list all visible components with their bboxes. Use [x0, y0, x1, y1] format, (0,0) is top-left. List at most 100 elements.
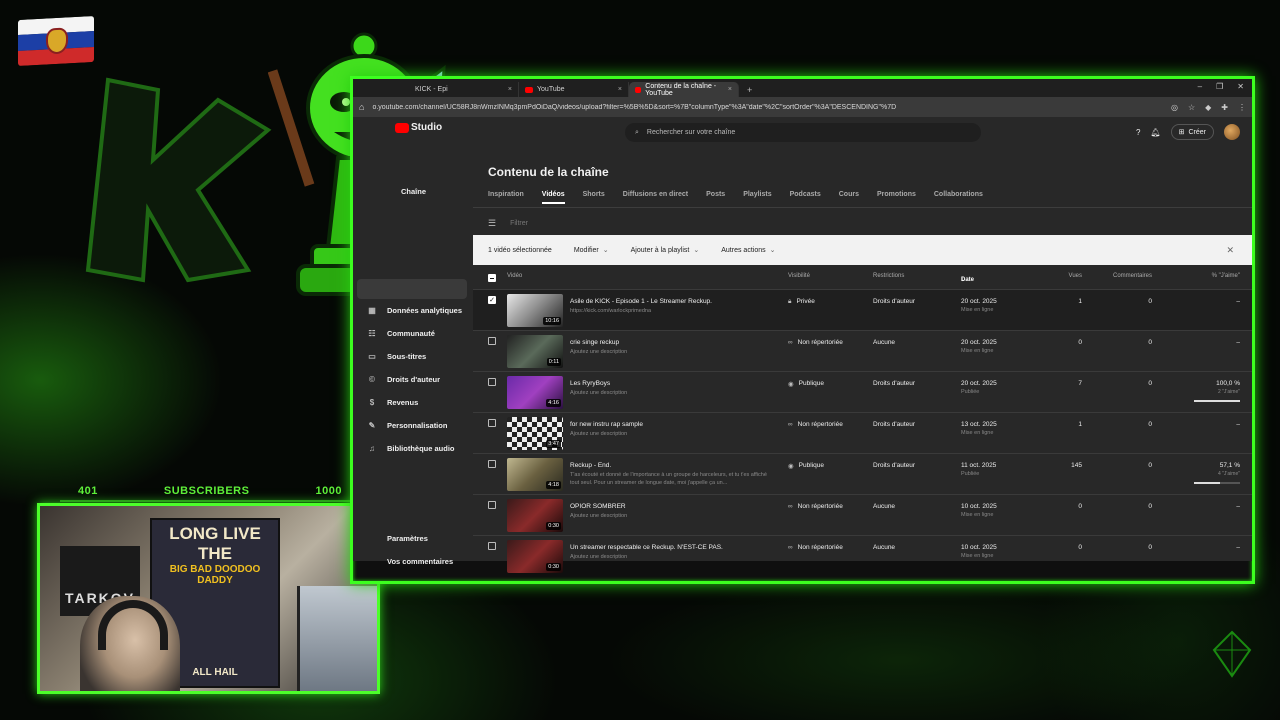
table-row[interactable]: 0:11 crie singe reckup Ajoutez une descrip… [473, 330, 1252, 371]
close-icon[interactable]: × [728, 86, 732, 93]
video-thumbnail[interactable]: 0:11 [507, 335, 563, 368]
visibility-cell[interactable]: ∞ Non répertoriée [788, 339, 843, 346]
row-checkbox[interactable] [488, 542, 496, 550]
visibility-cell[interactable]: 🔒︎ Privée [788, 298, 815, 306]
sidebar-channel-label: Chaîne [401, 187, 426, 196]
sidebar-item-settings[interactable]: Paramètres [367, 534, 428, 543]
video-thumbnail[interactable]: 4:16 [507, 376, 563, 409]
video-title[interactable]: crie singe reckup [570, 339, 770, 346]
likes-cell: – [1236, 339, 1240, 346]
bell-icon[interactable]: 🔔︎ [1150, 128, 1160, 137]
avatar[interactable] [1224, 124, 1240, 140]
col-comments[interactable]: Commentaires [1113, 273, 1152, 279]
row-checkbox[interactable] [488, 337, 496, 345]
row-checkbox[interactable]: ✓ [488, 296, 496, 304]
select-all-checkbox[interactable] [488, 274, 496, 282]
sidebar-item-subtitles[interactable]: ▭ Sous-titres [367, 352, 426, 361]
tab-live[interactable]: Diffusions en direct [623, 191, 688, 198]
tab-shorts[interactable]: Shorts [583, 191, 605, 198]
tab-podcasts[interactable]: Podcasts [790, 191, 821, 198]
close-icon[interactable]: ✕ [1226, 245, 1234, 256]
sidebar-item-earn[interactable]: $ Revenus [367, 398, 419, 407]
tab-inspiration[interactable]: Inspiration [488, 191, 524, 198]
video-thumbnail[interactable]: 4:18 [507, 458, 563, 491]
visibility-cell[interactable]: ∞ Non répertoriée [788, 421, 843, 428]
tab-collaborations[interactable]: Collaborations [934, 191, 983, 198]
date-status: Publiée [961, 389, 980, 395]
video-title[interactable]: OPIOR SOMBRER [570, 503, 770, 510]
maximize-icon[interactable]: ❐ [1216, 82, 1223, 91]
table-row[interactable]: 0:30 Un streamer respectable ce Reckup. N… [473, 535, 1252, 576]
browser-tab-studio[interactable]: Contenu de la chaîne - YouTube × [629, 82, 739, 97]
add-playlist-label: Ajouter à la playlist [630, 247, 690, 254]
help-icon[interactable]: ? [1136, 128, 1140, 137]
visibility-cell[interactable]: ∞ Non répertoriée [788, 503, 843, 510]
visibility-cell[interactable]: ∞ Non répertoriée [788, 544, 843, 551]
visibility-cell[interactable]: ◉ Publique [788, 380, 824, 388]
row-checkbox[interactable] [488, 501, 496, 509]
tab-videos[interactable]: Vidéos [541, 191, 565, 204]
youtube-icon [525, 86, 533, 93]
browser-tab-kick[interactable]: KICK - Epi × [409, 82, 519, 97]
close-icon[interactable]: × [508, 86, 512, 93]
row-checkbox[interactable] [488, 460, 496, 468]
eye-off-icon[interactable]: ◎ [1171, 103, 1178, 112]
video-title[interactable]: for new instru rap sample [570, 421, 770, 428]
video-title[interactable]: Asile de KICK - Episode 1 - Le Streamer … [570, 298, 770, 305]
extension-icon[interactable]: ◆ [1205, 103, 1211, 112]
close-window-icon[interactable]: ✕ [1237, 82, 1244, 91]
add-to-playlist-dropdown[interactable]: Ajouter à la playlist ⌄ [631, 246, 700, 254]
table-row[interactable]: 3:47 for new instru rap sample Ajoutez une… [473, 412, 1252, 453]
col-restrictions[interactable]: Restrictions [873, 273, 904, 279]
table-row[interactable]: 0:30 OPIOR SOMBRER Ajoutez une description… [473, 494, 1252, 535]
sidebar-item-copyright[interactable]: © Droits d'auteur [367, 375, 440, 384]
video-thumbnail[interactable]: 10:16 [507, 294, 563, 327]
video-thumbnail[interactable]: 0:30 [507, 540, 563, 573]
video-title[interactable]: Reckup - End. [570, 462, 770, 469]
video-title[interactable]: Un streamer respectable ce Reckup. N'EST… [570, 544, 770, 551]
sidebar-item-community[interactable]: ☷ Communauté [367, 329, 435, 338]
col-likes[interactable]: % "J'aime" [1212, 273, 1240, 279]
row-checkbox[interactable] [488, 378, 496, 386]
home-icon[interactable]: ⌂ [359, 102, 364, 112]
tab-promotions[interactable]: Promotions [877, 191, 916, 198]
close-icon[interactable]: × [618, 86, 622, 93]
table-row[interactable]: 4:18 Reckup - End. T'as écouté et donné de… [473, 453, 1252, 494]
sidebar-item-audio-library[interactable]: ♫ Bibliothèque audio [367, 444, 455, 453]
col-views[interactable]: Vues [1069, 273, 1082, 279]
filter-bar[interactable]: ☰ Filtrer [488, 218, 528, 229]
menu-dots-icon[interactable]: ⋮ [1238, 103, 1246, 112]
table-row[interactable]: ✓ 10:16 Asile de KICK - Episode 1 - Le Str… [473, 289, 1252, 330]
sidebar-item-feedback[interactable]: Vos commentaires [367, 557, 453, 566]
new-tab-button[interactable]: + [739, 82, 760, 97]
minimize-icon[interactable]: – [1198, 82, 1202, 91]
date-status: Publiée [961, 471, 980, 477]
browser-tab-youtube[interactable]: YouTube × [519, 82, 629, 97]
row-checkbox[interactable] [488, 419, 496, 427]
star-icon[interactable]: ☆ [1188, 103, 1195, 112]
video-thumbnail[interactable]: 0:30 [507, 499, 563, 532]
tab-label: YouTube [537, 86, 565, 93]
video-title[interactable]: Les RyryBoys [570, 380, 770, 387]
edit-dropdown[interactable]: Modifier ⌄ [574, 246, 609, 254]
tab-posts[interactable]: Posts [706, 191, 725, 198]
col-visibility[interactable]: Visibilité [788, 273, 810, 279]
channel-label: Chaîne [401, 187, 427, 196]
sidebar-item-content-highlight[interactable] [357, 279, 467, 299]
tab-playlists[interactable]: Playlists [743, 191, 771, 198]
more-actions-dropdown[interactable]: Autres actions ⌄ [721, 246, 775, 254]
studio-logo[interactable]: Studio [395, 122, 442, 133]
puzzle-icon[interactable]: ✚ [1221, 103, 1228, 112]
tab-courses[interactable]: Cours [839, 191, 859, 198]
table-row[interactable]: 4:16 Les RyryBoys Ajoutez une description ◉… [473, 371, 1252, 412]
create-button[interactable]: ⊞ Créer [1170, 124, 1214, 140]
comments-cell: 0 [1148, 503, 1152, 510]
sidebar-item-customization[interactable]: ✎ Personnalisation [367, 421, 448, 430]
video-thumbnail[interactable]: 3:47 [507, 417, 563, 450]
channel-search-input[interactable]: ⌕ Rechercher sur votre chaîne [625, 123, 981, 142]
visibility-label: Non répertoriée [797, 421, 843, 428]
filter-icon[interactable]: ☰ [488, 218, 496, 229]
url-field[interactable]: o.youtube.com/channel/UC58RJ8nWmzINMq3pm… [372, 104, 1163, 111]
sidebar-item-analytics[interactable]: ▦ Données analytiques [367, 306, 462, 315]
visibility-cell[interactable]: ◉ Publique [788, 462, 824, 470]
